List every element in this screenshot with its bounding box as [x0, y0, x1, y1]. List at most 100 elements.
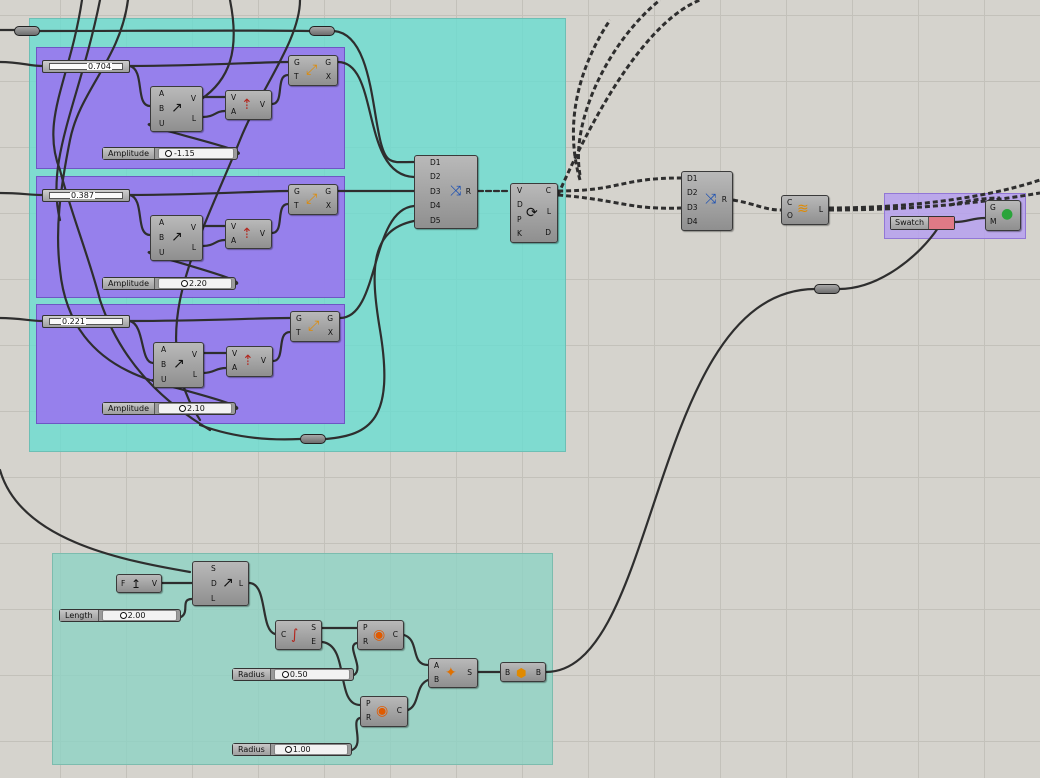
line-sdl-icon: ↗: [222, 575, 234, 591]
merge-component-5[interactable]: D1 D2 D3 D4 D5 ⤨ R: [414, 155, 478, 229]
input-d3: D3: [687, 203, 698, 212]
slider-knob[interactable]: [181, 280, 188, 287]
number-panel-3[interactable]: 0.221: [42, 315, 130, 328]
input-d: D: [211, 579, 217, 588]
move-icon: ⤢: [306, 191, 318, 207]
merge-icon: ⤨: [705, 191, 717, 207]
output-c: C: [396, 706, 402, 715]
slider-knob[interactable]: [281, 671, 289, 678]
amplitude-icon: ⇡: [241, 226, 253, 242]
number-panel-1[interactable]: 0.704: [42, 60, 130, 73]
number-panel-2[interactable]: 0.387: [42, 189, 130, 202]
slider-label: Amplitude: [103, 403, 155, 414]
output-x: X: [327, 328, 333, 337]
output-l: L: [191, 243, 196, 252]
input-t: T: [294, 201, 299, 210]
slider-knob[interactable]: [165, 150, 172, 157]
merge-component-4[interactable]: D1 D2 D3 D4 ⤨ R: [681, 171, 733, 231]
custom-preview-icon: ●: [1001, 206, 1014, 222]
graph-component[interactable]: V D P K ⟳ C L D: [510, 183, 558, 243]
slider-label: Amplitude: [103, 148, 155, 159]
input-v: V: [231, 222, 237, 231]
input-a: A: [434, 661, 440, 670]
vector-2pt-icon: ↗: [171, 229, 183, 245]
slider-knob[interactable]: [179, 405, 186, 412]
circle-component-1[interactable]: P R ◉ C: [357, 620, 404, 650]
pipe-component[interactable]: C O ≋ L: [781, 195, 829, 225]
input-b: B: [159, 233, 165, 242]
slider-label: Radius: [233, 744, 271, 755]
amplitude-slider-3[interactable]: Amplitude 2.10: [102, 402, 236, 415]
relay-group-bottom[interactable]: [300, 434, 326, 444]
input-v: V: [232, 349, 238, 358]
circle-component-2[interactable]: P R ◉ C: [360, 696, 408, 727]
relay-top[interactable]: [309, 26, 335, 36]
slider-track[interactable]: 2.10: [158, 403, 232, 414]
amplitude-component-2[interactable]: V A ⇡ V: [225, 219, 272, 249]
brep-param-icon: ⬢: [516, 666, 527, 680]
output-s: S: [467, 668, 472, 677]
amplitude-slider-2[interactable]: Amplitude 2.20: [102, 277, 236, 290]
circle-icon: ◉: [373, 627, 386, 643]
loft-component[interactable]: A B ✦ S: [428, 658, 478, 688]
slider-label: Radius: [233, 669, 271, 680]
amplitude-slider-1[interactable]: Amplitude -1.15: [102, 147, 238, 160]
vector-2pt-component-2[interactable]: A B U ↗ V L: [150, 215, 203, 261]
number-value: 0.704: [87, 62, 112, 71]
swatch-component[interactable]: Swatch: [890, 216, 955, 230]
output-l: L: [238, 579, 243, 588]
input-a: A: [159, 218, 165, 227]
slider-track[interactable]: 2.20: [158, 278, 232, 289]
input-d5: D5: [430, 216, 441, 225]
output-b: B: [535, 668, 541, 677]
output-r: R: [465, 187, 471, 196]
input-c: C: [787, 198, 793, 207]
vector-2pt-component-3[interactable]: A B U ↗ V L: [153, 342, 204, 388]
input-b: B: [159, 104, 165, 113]
grasshopper-canvas[interactable]: 0.704 0.387 0.221 Amplitude -1.15 Amplit…: [0, 0, 1040, 778]
input-r: R: [366, 713, 372, 722]
custom-preview-component[interactable]: G M ●: [985, 200, 1021, 231]
length-slider[interactable]: Length 2.00: [59, 609, 181, 622]
output-v: V: [151, 579, 157, 588]
end-points-component[interactable]: C ∫ S E: [275, 620, 322, 650]
curve-pipe-icon: ≋: [797, 201, 809, 217]
slider-track[interactable]: 2.00: [101, 610, 177, 621]
move-component-1[interactable]: G T ⤢ G X: [288, 55, 338, 86]
output-v: V: [190, 223, 196, 232]
slider-value: 2.10: [187, 404, 205, 413]
slider-value: -1.15: [174, 149, 195, 158]
slider-label: Amplitude: [103, 278, 155, 289]
input-g: G: [294, 187, 300, 196]
input-a: A: [231, 236, 237, 245]
brep-param-component[interactable]: B ⬢ B: [500, 662, 546, 682]
slider-track[interactable]: 1.00: [273, 744, 348, 755]
number-value: 0.221: [61, 317, 86, 326]
swatch-color[interactable]: [929, 217, 954, 229]
slider-knob[interactable]: [284, 746, 292, 753]
radius-slider-2[interactable]: Radius 1.00: [232, 743, 352, 756]
amplitude-component-3[interactable]: V A ⇡ V: [226, 346, 273, 377]
circle-icon: ◉: [376, 703, 389, 719]
relay-brep[interactable]: [814, 284, 840, 294]
slider-knob[interactable]: [119, 612, 127, 619]
output-e: E: [311, 637, 316, 646]
relay-top-left[interactable]: [14, 26, 40, 36]
radius-slider-1[interactable]: Radius 0.50: [232, 668, 354, 681]
input-m: M: [990, 217, 997, 226]
vector-2pt-component-1[interactable]: A B U ↗ V L: [150, 86, 203, 132]
line-sdl-component[interactable]: S D L ↗ L: [192, 561, 249, 606]
slider-track[interactable]: 0.50: [273, 669, 350, 680]
slider-track[interactable]: -1.15: [158, 148, 234, 159]
output-l: L: [191, 114, 196, 123]
amplitude-component-1[interactable]: V A ⇡ V: [225, 90, 272, 120]
output-d: D: [545, 228, 551, 237]
slider-label: Length: [60, 610, 99, 621]
input-a: A: [159, 89, 165, 98]
move-component-2[interactable]: G T ⤢ G X: [288, 184, 338, 215]
input-b: B: [505, 668, 511, 677]
output-l: L: [818, 205, 823, 214]
move-component-3[interactable]: G T ⤢ G X: [290, 311, 340, 342]
input-s: S: [211, 564, 216, 573]
unit-z-component[interactable]: F ↥ V: [116, 574, 162, 593]
